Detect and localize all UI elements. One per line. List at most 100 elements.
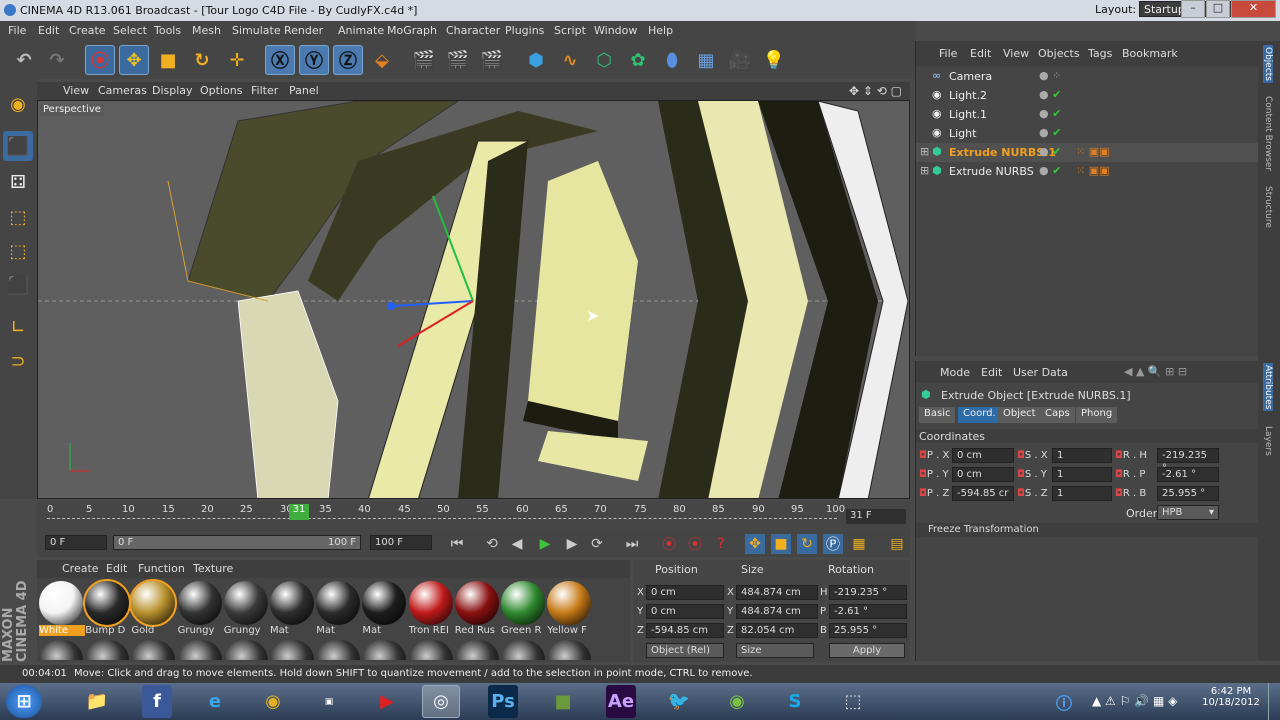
side-tab-content-browser[interactable]: Content Browser (1263, 96, 1273, 171)
make-editable-icon[interactable]: ◉ (3, 89, 33, 119)
attr-menu-edit[interactable]: Edit (981, 366, 1002, 379)
keyframe-selection-icon[interactable]: ? (711, 534, 731, 554)
render-settings-icon[interactable]: 🎬 (477, 45, 507, 75)
render-picture-viewer-icon[interactable]: 🎬 (443, 45, 473, 75)
obj-menu-bookmark[interactable]: Bookmark (1122, 47, 1178, 60)
prev-frame-icon[interactable]: ◀ (507, 534, 527, 554)
explorer-icon[interactable]: 📁 (78, 685, 116, 718)
obj-menu-edit[interactable]: Edit (970, 47, 991, 60)
array-icon[interactable]: ✿ (623, 45, 653, 75)
object-row-light2[interactable]: ◉ Light.2 ● ✔ (916, 86, 1259, 105)
coord-mode-dropdown[interactable]: Object (Rel) (646, 643, 724, 658)
rot-p-field[interactable]: -2.61 ° (829, 604, 907, 619)
redo-icon[interactable]: ↷ (42, 45, 72, 75)
maximize-button[interactable]: □ (1206, 0, 1230, 18)
timeline-window-icon[interactable]: ▤ (887, 534, 907, 554)
apply-button[interactable]: Apply (829, 643, 905, 658)
material-swatch[interactable] (316, 581, 361, 625)
visibility-dots-icon[interactable]: ● ✔ (1039, 145, 1061, 158)
attr-menu-mode[interactable]: Mode (940, 366, 970, 379)
visibility-dots-icon[interactable]: ● ⁘ (1039, 69, 1061, 82)
material-swatch[interactable] (501, 640, 545, 660)
menu-edit[interactable]: Edit (38, 24, 59, 37)
pos-z-field[interactable]: -594.85 cm (646, 623, 724, 638)
internet-explorer-icon[interactable]: e (196, 685, 234, 718)
material-swatch[interactable] (223, 640, 268, 660)
key-rotation-icon[interactable]: ↻ (797, 534, 817, 554)
tab-basic[interactable]: Basic (919, 407, 956, 423)
autokey-icon[interactable]: ⦿ (685, 534, 705, 554)
material-swatch[interactable] (39, 581, 83, 625)
timeline-ruler[interactable]: 0 5 10 15 20 25 30 35 40 45 50 55 60 65 … (37, 501, 910, 531)
z-axis-lock-icon[interactable]: Ⓩ (333, 45, 363, 75)
material-swatch[interactable] (270, 640, 314, 660)
material-swatch[interactable] (129, 579, 178, 627)
timeline-playhead[interactable]: 31 (289, 504, 309, 520)
menu-help[interactable]: Help (648, 24, 673, 37)
app-icon[interactable]: ⬚ (834, 685, 872, 718)
cube-primitive-icon[interactable]: ⬢ (521, 45, 551, 75)
material-swatch[interactable] (39, 640, 83, 660)
material-swatch[interactable] (177, 640, 222, 660)
facebook-icon[interactable]: f (142, 685, 172, 718)
material-swatch[interactable] (408, 640, 453, 660)
material-swatch[interactable] (270, 581, 314, 625)
size-x-field[interactable]: 484.874 cm (736, 585, 818, 600)
after-effects-icon[interactable]: Ae (606, 685, 636, 718)
photoshop-icon[interactable]: Ps (488, 685, 518, 718)
key-scale-icon[interactable]: ■ (771, 534, 791, 554)
obj-menu-objects[interactable]: Objects (1038, 47, 1080, 60)
material-swatch[interactable] (362, 581, 407, 625)
menu-file[interactable]: File (8, 24, 26, 37)
edges-mode-icon[interactable]: ⬚ (3, 236, 33, 266)
material-swatch[interactable] (362, 640, 407, 660)
size-z-field[interactable]: 82.054 cm (736, 623, 818, 638)
scene-floor-icon[interactable]: ▦ (691, 45, 721, 75)
visibility-dots-icon[interactable]: ● ✔ (1039, 88, 1061, 101)
material-swatch[interactable] (316, 640, 361, 660)
menu-mograph[interactable]: MoGraph (387, 24, 437, 37)
menu-script[interactable]: Script (554, 24, 586, 37)
coordinate-system-icon[interactable]: ⬙ (367, 45, 397, 75)
material-swatch[interactable] (83, 579, 132, 627)
menu-select[interactable]: Select (113, 24, 147, 37)
x-axis-lock-icon[interactable]: Ⓧ (265, 45, 295, 75)
rot-h-field[interactable]: -219.235 ° (829, 585, 907, 600)
object-row-extrude-nurbs-1[interactable]: ⊞ ⬢ Extrude NURBS.1 ● ✔ ⁙ ▣▣ (916, 143, 1259, 162)
obj-menu-view[interactable]: View (1003, 47, 1029, 60)
scale-tool-icon[interactable]: ■ (153, 45, 183, 75)
mat-menu-create[interactable]: Create (62, 562, 99, 575)
start-button[interactable]: ⊞ (6, 685, 42, 718)
show-desktop-button[interactable] (1268, 683, 1280, 720)
close-button[interactable]: ✕ (1231, 0, 1276, 18)
object-row-camera[interactable]: ∞ Camera ● ⁘ (916, 67, 1259, 86)
workplane-icon[interactable]: ∟ (3, 312, 33, 342)
menu-create[interactable]: Create (69, 24, 106, 37)
youtube-icon[interactable]: ▶ (368, 685, 406, 718)
obj-menu-tags[interactable]: Tags (1088, 47, 1112, 60)
tab-caps[interactable]: Caps (1040, 407, 1075, 423)
material-tag-icon[interactable]: ⁙ ▣▣ (1076, 145, 1110, 158)
visibility-dots-icon[interactable]: ● ✔ (1039, 107, 1061, 120)
object-row-light[interactable]: ◉ Light ● ✔ (916, 124, 1259, 143)
side-tab-objects[interactable]: Objects (1263, 45, 1273, 84)
material-swatch[interactable] (408, 581, 453, 625)
live-selection-icon[interactable]: ⦿ (85, 45, 115, 75)
visibility-dots-icon[interactable]: ● ✔ (1039, 126, 1061, 139)
material-tag-icon[interactable]: ⁙ ▣▣ (1076, 164, 1110, 177)
object-row-extrude-nurbs[interactable]: ⊞ ⬢ Extrude NURBS ● ✔ ⁙ ▣▣ (916, 162, 1259, 181)
next-frame-icon[interactable]: ▶ (562, 534, 582, 554)
recent-tool-icon[interactable]: ✛ (222, 45, 252, 75)
twitter-icon[interactable]: 🐦 (660, 685, 698, 718)
rot-b-field[interactable]: 25.955 ° (829, 623, 907, 638)
vp-menu-view[interactable]: View (63, 84, 89, 97)
s-y-field[interactable]: 1 (1052, 467, 1112, 482)
skype-icon[interactable]: S (776, 685, 814, 718)
key-pla-icon[interactable]: ▦ (849, 534, 869, 554)
mat-menu-function[interactable]: Function (138, 562, 185, 575)
tab-object[interactable]: Object (998, 407, 1041, 423)
visibility-dots-icon[interactable]: ● ✔ (1039, 164, 1061, 177)
material-swatch[interactable] (131, 640, 176, 660)
r-h-field[interactable]: -219.235 ° (1157, 448, 1219, 474)
tab-coord[interactable]: Coord. (958, 407, 1001, 423)
